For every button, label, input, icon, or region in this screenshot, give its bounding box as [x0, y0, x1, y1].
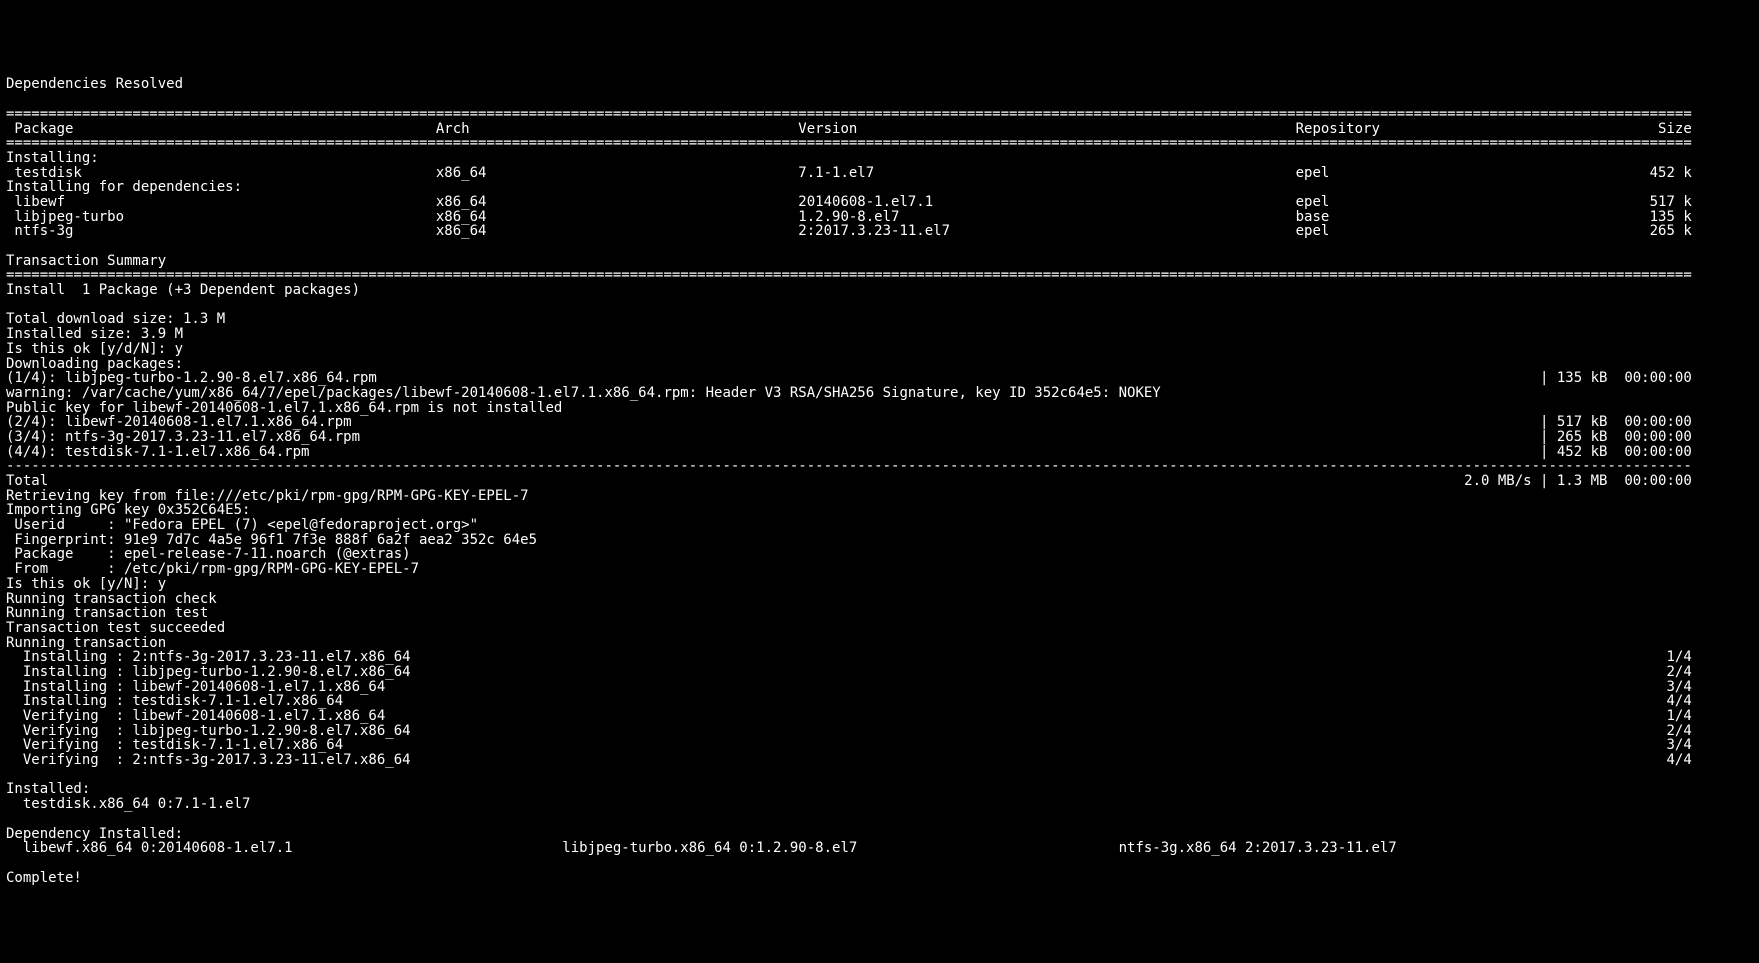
- terminal-output: Dependencies Resolved ==================…: [0, 73, 1759, 889]
